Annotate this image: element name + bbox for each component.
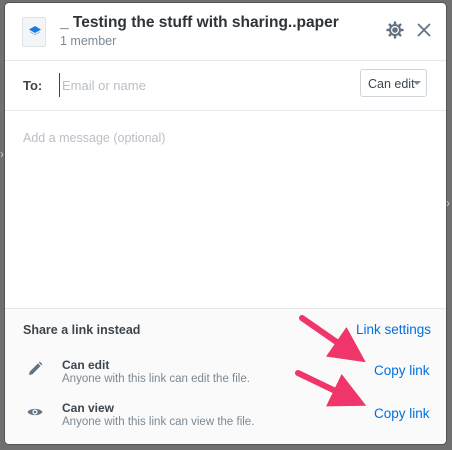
share-dialog: _ Testing the stuff with sharing..paper … [5,3,446,444]
permission-dropdown-value: Can edit [368,77,415,91]
copy-edit-link-button[interactable]: Copy link [374,363,430,378]
share-link-section: Share a link instead Link settings Can e… [5,309,446,444]
backdrop-fragment: › [0,147,4,161]
to-label: To: [23,78,43,93]
link-permission-description: Anyone with this link can view the file. [62,416,255,428]
link-permission-description: Anyone with this link can edit the file. [62,373,250,385]
backdrop-fragment: › [446,196,450,210]
link-permission-name: Can edit [62,358,110,372]
message-input[interactable] [23,131,428,291]
link-row-can-view: Can view Anyone with this link can view … [5,397,446,437]
copy-view-link-button[interactable]: Copy link [374,406,430,421]
share-link-title: Share a link instead [23,323,141,337]
dialog-header: _ Testing the stuff with sharing..paper … [5,3,446,61]
paper-file-icon [22,17,46,47]
close-icon[interactable] [414,20,434,40]
recipient-input[interactable] [59,73,349,97]
chevron-down-icon [413,81,421,85]
link-settings-button[interactable]: Link settings [356,322,431,337]
dialog-title: _ Testing the stuff with sharing..paper [60,14,339,31]
member-count: 1 member [60,34,117,48]
gear-icon[interactable] [385,20,405,40]
link-row-can-edit: Can edit Anyone with this link can edit … [5,354,446,394]
permission-dropdown[interactable]: Can edit [360,69,427,97]
eye-icon [26,403,44,421]
recipient-row: To: Can edit [5,61,446,111]
link-permission-name: Can view [62,401,115,415]
message-area [5,111,446,309]
pencil-icon [26,360,44,378]
